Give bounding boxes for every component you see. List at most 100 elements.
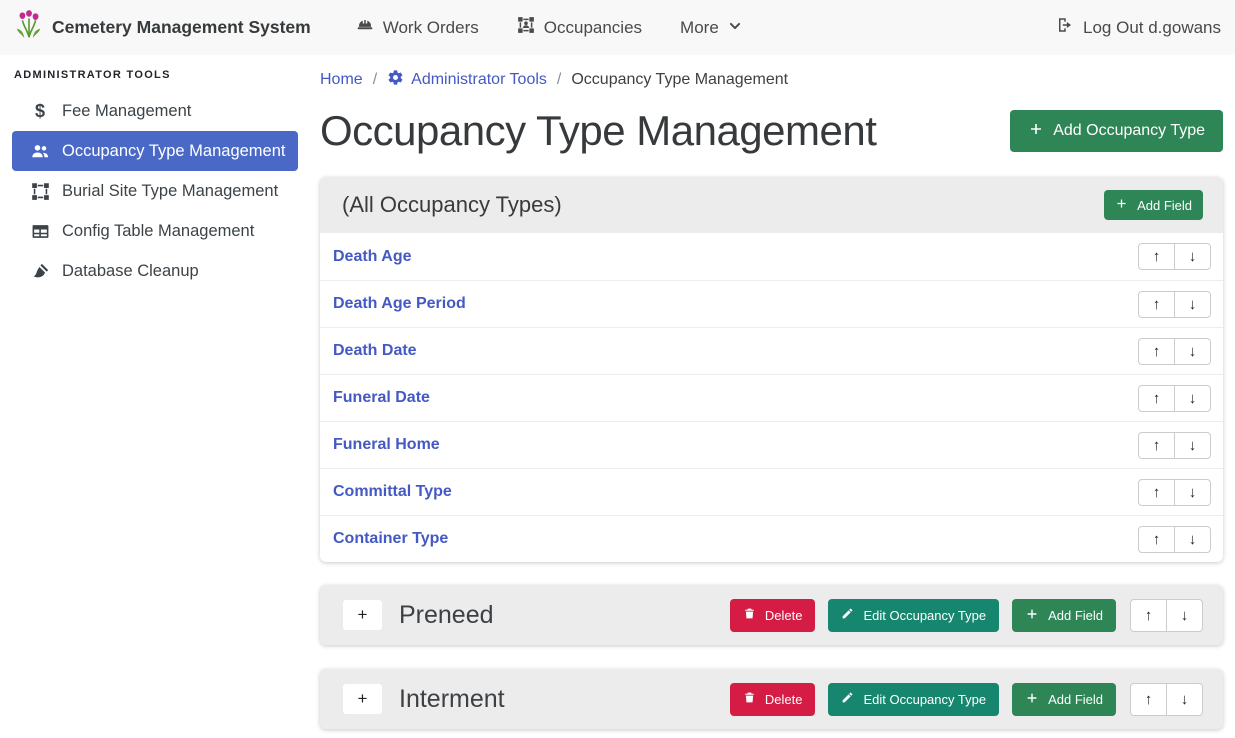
- breadcrumb-admin-tools-link[interactable]: Administrator Tools: [387, 69, 547, 91]
- move-down-button[interactable]: ↓: [1166, 599, 1203, 632]
- sidebar-item-database-cleanup[interactable]: Database Cleanup: [12, 251, 298, 291]
- reorder-button-group: ↑ ↓: [1130, 683, 1203, 716]
- move-up-button[interactable]: ↑: [1138, 479, 1175, 506]
- move-down-button[interactable]: ↓: [1174, 291, 1211, 318]
- field-link[interactable]: Funeral Date: [333, 389, 430, 407]
- trash-icon: [743, 691, 756, 707]
- dollar-icon: $: [29, 101, 51, 122]
- delete-label: Delete: [765, 608, 803, 623]
- field-link[interactable]: Death Age: [333, 248, 412, 266]
- breadcrumb-home-link[interactable]: Home: [320, 71, 363, 89]
- arrow-down-icon: ↓: [1189, 390, 1197, 407]
- field-row: Funeral Date ↑ ↓: [320, 374, 1223, 421]
- sidebar-item-occupancy-type-management[interactable]: Occupancy Type Management: [12, 131, 298, 171]
- move-up-button[interactable]: ↑: [1138, 526, 1175, 553]
- reorder-button-group: ↑ ↓: [1138, 338, 1211, 365]
- move-up-button[interactable]: ↑: [1138, 385, 1175, 412]
- top-navbar: Cemetery Management System Work Orders O…: [0, 0, 1235, 55]
- move-up-button[interactable]: ↑: [1130, 683, 1167, 716]
- add-occupancy-type-label: Add Occupancy Type: [1053, 122, 1205, 140]
- trash-icon: [743, 607, 756, 623]
- sections: + Preneed Delete Edit Occupancy Type Add…: [320, 585, 1223, 729]
- field-row: Death Age Period ↑ ↓: [320, 280, 1223, 327]
- delete-label: Delete: [765, 692, 803, 707]
- vector-square-icon: [29, 182, 51, 201]
- sidebar-item-fee-management[interactable]: $ Fee Management: [12, 91, 298, 131]
- move-down-button[interactable]: ↓: [1174, 432, 1211, 459]
- add-field-button[interactable]: Add Field: [1012, 683, 1116, 716]
- breadcrumb-separator: /: [373, 71, 377, 89]
- arrow-down-icon: ↓: [1189, 248, 1197, 265]
- field-link[interactable]: Death Age Period: [333, 295, 466, 313]
- expand-button[interactable]: +: [343, 684, 382, 714]
- app-title: Cemetery Management System: [52, 17, 311, 38]
- arrow-up-icon: ↑: [1153, 296, 1161, 313]
- add-field-label: Add Field: [1137, 198, 1192, 213]
- pencil-icon: [841, 607, 854, 623]
- all-occupancy-types-header: (All Occupancy Types) Add Field: [320, 177, 1223, 233]
- move-up-button[interactable]: ↑: [1138, 338, 1175, 365]
- sidebar-item-label: Database Cleanup: [62, 262, 199, 281]
- plus-icon: [1025, 607, 1039, 624]
- move-down-button[interactable]: ↓: [1174, 243, 1211, 270]
- users-icon: [29, 141, 51, 161]
- reorder-button-group: ↑ ↓: [1138, 291, 1211, 318]
- move-up-button[interactable]: ↑: [1130, 599, 1167, 632]
- edit-occupancy-type-button[interactable]: Edit Occupancy Type: [828, 599, 999, 632]
- move-up-button[interactable]: ↑: [1138, 243, 1175, 270]
- plus-icon: [1028, 121, 1044, 142]
- field-row: Committal Type ↑ ↓: [320, 468, 1223, 515]
- edit-occupancy-type-label: Edit Occupancy Type: [863, 692, 986, 707]
- field-list: Death Age ↑ ↓ Death Age Period ↑ ↓ Death…: [320, 233, 1223, 562]
- sidebar-item-label: Burial Site Type Management: [62, 182, 278, 201]
- sidebar-item-label: Fee Management: [62, 102, 191, 121]
- sidebar-item-config-table-management[interactable]: Config Table Management: [12, 211, 298, 251]
- move-down-button[interactable]: ↓: [1166, 683, 1203, 716]
- sidebar-item-burial-site-type-management[interactable]: Burial Site Type Management: [12, 171, 298, 211]
- arrow-up-icon: ↑: [1153, 531, 1161, 548]
- edit-occupancy-type-label: Edit Occupancy Type: [863, 608, 986, 623]
- logout-button[interactable]: Log Out d.gowans: [1056, 16, 1221, 39]
- field-link[interactable]: Container Type: [333, 530, 448, 548]
- delete-button[interactable]: Delete: [730, 683, 816, 716]
- move-down-button[interactable]: ↓: [1174, 479, 1211, 506]
- reorder-button-group: ↑ ↓: [1130, 599, 1203, 632]
- table-icon: [29, 222, 51, 241]
- arrow-up-icon: ↑: [1153, 484, 1161, 501]
- frame-person-icon: [517, 16, 535, 39]
- add-field-button[interactable]: Add Field: [1012, 599, 1116, 632]
- reorder-button-group: ↑ ↓: [1138, 479, 1211, 506]
- reorder-button-group: ↑ ↓: [1138, 432, 1211, 459]
- arrow-up-icon: ↑: [1145, 691, 1153, 708]
- add-field-button[interactable]: Add Field: [1104, 190, 1203, 220]
- breadcrumb-separator: /: [557, 71, 561, 89]
- field-link[interactable]: Committal Type: [333, 483, 452, 501]
- arrow-up-icon: ↑: [1153, 390, 1161, 407]
- move-down-button[interactable]: ↓: [1174, 385, 1211, 412]
- nav-work-orders[interactable]: Work Orders: [337, 16, 498, 39]
- reorder-button-group: ↑ ↓: [1138, 243, 1211, 270]
- all-occupancy-types-card: (All Occupancy Types) Add Field Death Ag…: [320, 177, 1223, 562]
- arrow-down-icon: ↓: [1189, 296, 1197, 313]
- delete-button[interactable]: Delete: [730, 599, 816, 632]
- plus-icon: [1025, 691, 1039, 708]
- expand-button[interactable]: +: [343, 600, 382, 630]
- move-up-button[interactable]: ↑: [1138, 291, 1175, 318]
- move-up-button[interactable]: ↑: [1138, 432, 1175, 459]
- move-down-button[interactable]: ↓: [1174, 338, 1211, 365]
- nav-more[interactable]: More: [661, 18, 761, 38]
- edit-occupancy-type-button[interactable]: Edit Occupancy Type: [828, 683, 999, 716]
- sidebar: ADMINISTRATOR TOOLS $ Fee Management Occ…: [0, 55, 310, 738]
- arrow-down-icon: ↓: [1189, 343, 1197, 360]
- field-link[interactable]: Funeral Home: [333, 436, 440, 454]
- gear-icon: [387, 69, 404, 91]
- move-down-button[interactable]: ↓: [1174, 526, 1211, 553]
- sidebar-item-label: Config Table Management: [62, 222, 254, 241]
- sign-out-icon: [1056, 16, 1074, 39]
- nav-occupancies[interactable]: Occupancies: [498, 16, 661, 39]
- field-link[interactable]: Death Date: [333, 342, 417, 360]
- field-row: Funeral Home ↑ ↓: [320, 421, 1223, 468]
- field-row: Container Type ↑ ↓: [320, 515, 1223, 562]
- arrow-down-icon: ↓: [1181, 691, 1189, 708]
- add-occupancy-type-button[interactable]: Add Occupancy Type: [1010, 110, 1223, 152]
